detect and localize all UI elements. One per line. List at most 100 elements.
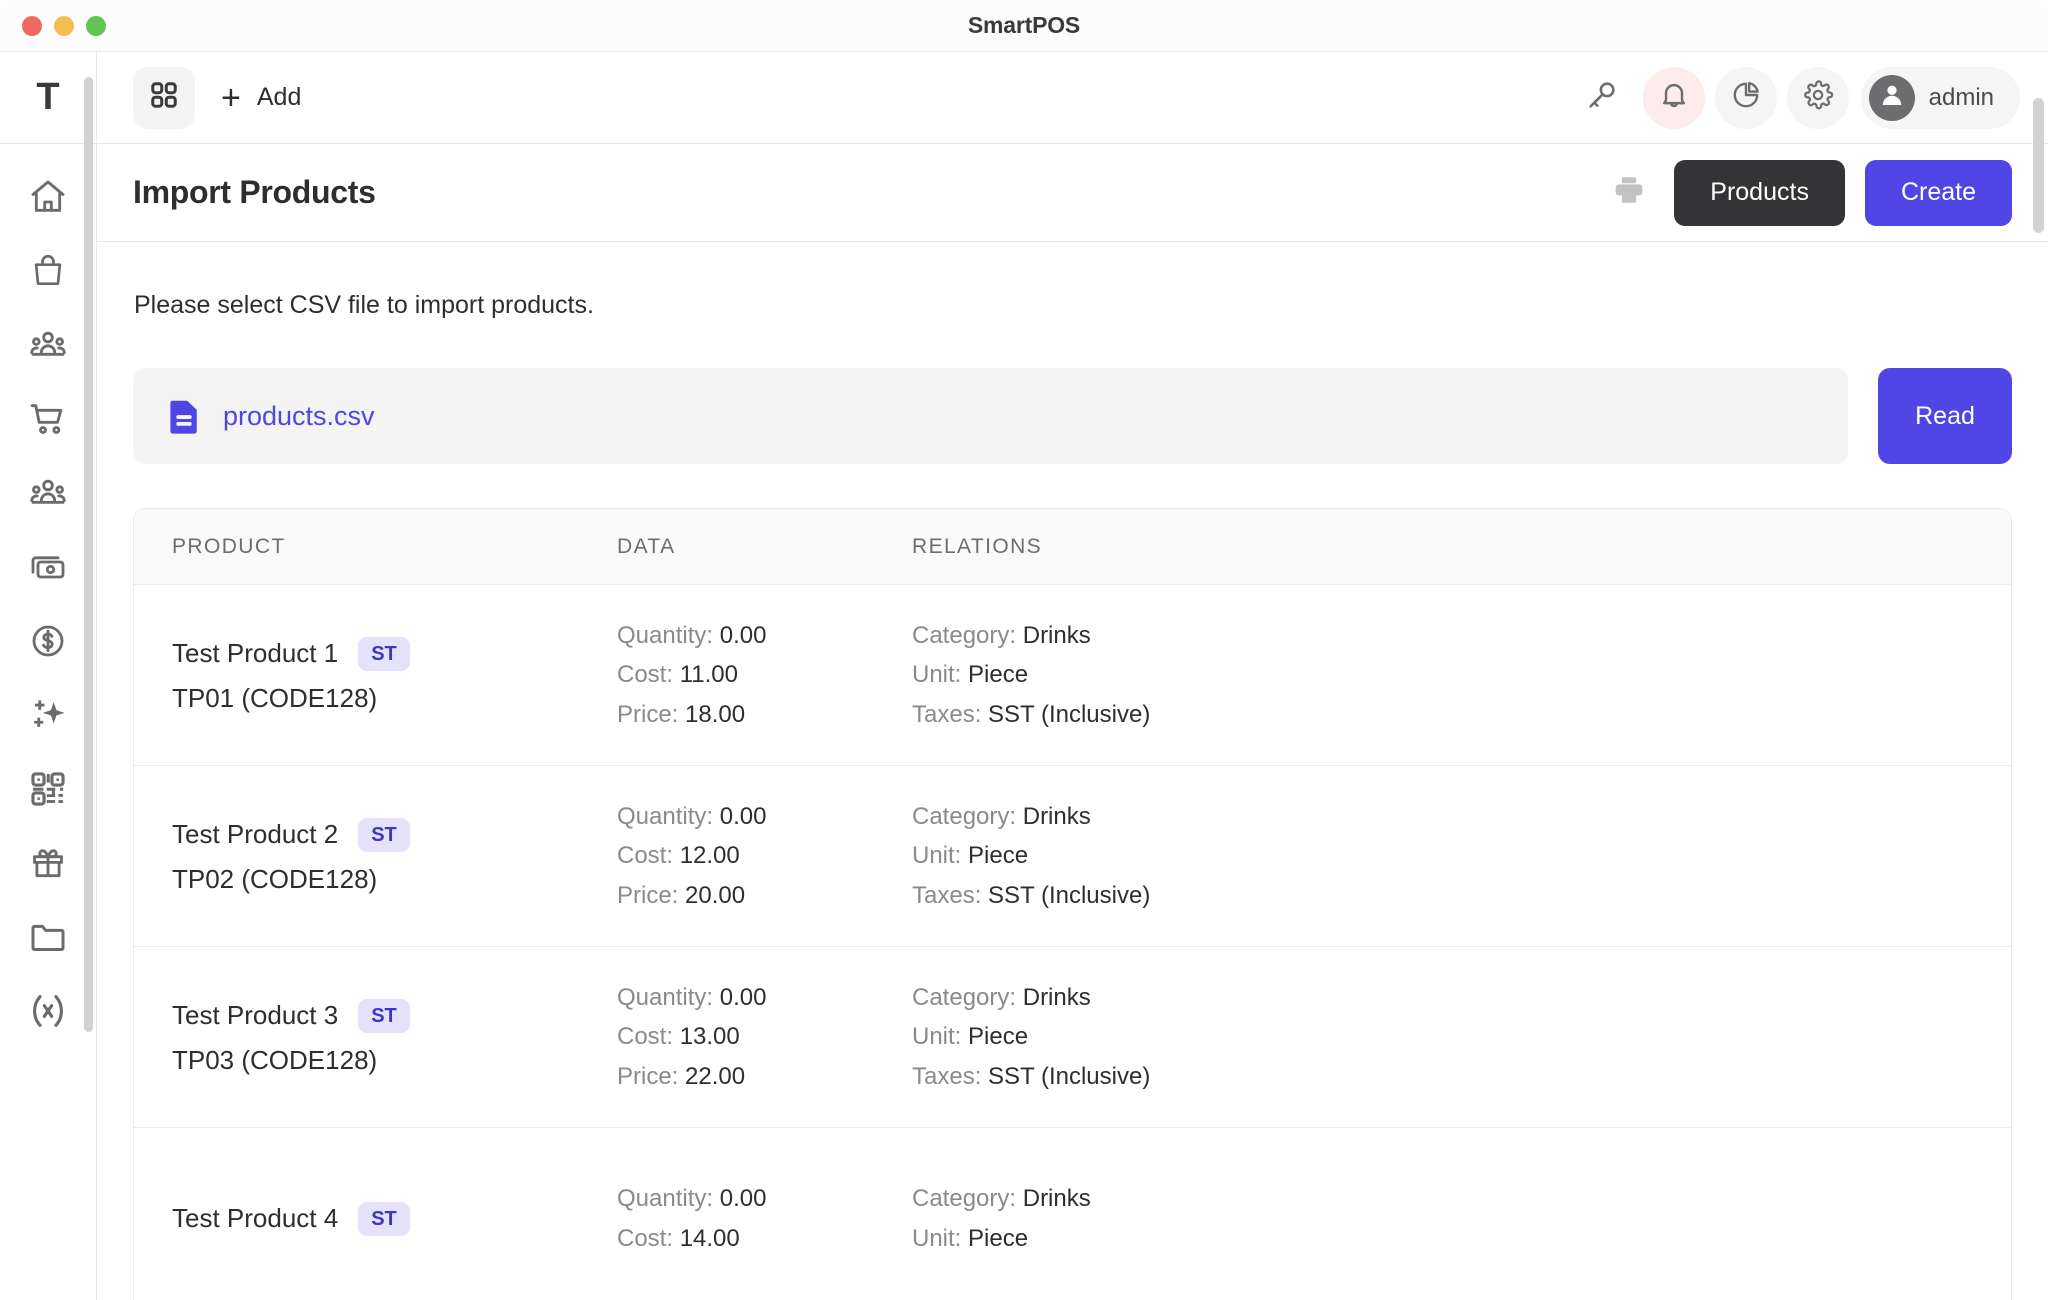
status-badge: ST <box>358 999 410 1033</box>
unit-line: Unit: Piece <box>912 1219 2011 1258</box>
read-button[interactable]: Read <box>1878 368 2012 464</box>
category-value: Drinks <box>1023 622 1091 649</box>
table-row[interactable]: Test Product 3 ST TP03 (CODE128) Quantit… <box>134 947 2011 1128</box>
cost-label: Cost: <box>617 1225 673 1252</box>
cell-product: Test Product 1 ST TP01 (CODE128) <box>134 637 579 714</box>
category-label: Category: <box>912 984 1016 1011</box>
category-label: Category: <box>912 803 1016 830</box>
sidebar-item-cash[interactable] <box>24 546 72 588</box>
column-header-product: PRODUCT <box>134 535 579 559</box>
unit-label: Unit: <box>912 1023 961 1050</box>
printer-icon <box>1612 173 1646 212</box>
quantity-line: Quantity: 0.00 <box>617 978 874 1017</box>
page-title: Import Products <box>133 174 376 211</box>
taxes-value: SST (Inclusive) <box>988 882 1150 909</box>
cell-data: Quantity: 0.00 Cost: 14.00 <box>579 1179 874 1257</box>
avatar <box>1869 75 1915 121</box>
apps-grid-button[interactable] <box>133 67 195 129</box>
grid-apps-icon <box>149 80 179 115</box>
price-line: Price: 22.00 <box>617 1057 874 1096</box>
app-window: SmartPOS T <box>0 0 2048 1300</box>
add-button[interactable]: + Add <box>221 81 301 115</box>
sidebar-item-products[interactable] <box>24 250 72 292</box>
unit-line: Unit: Piece <box>912 836 2011 875</box>
sidebar-item-barcode[interactable] <box>24 768 72 810</box>
cost-label: Cost: <box>617 1023 673 1050</box>
cell-product: Test Product 3 ST TP03 (CODE128) <box>134 999 579 1076</box>
app-title: SmartPOS <box>0 12 2048 39</box>
cell-product: Test Product 2 ST TP02 (CODE128) <box>134 818 579 895</box>
brand-logo[interactable]: T <box>0 52 96 144</box>
add-button-label: Add <box>257 83 301 112</box>
product-code: TP03 (CODE128) <box>172 1045 579 1076</box>
taxes-value: SST (Inclusive) <box>988 1063 1150 1090</box>
table-header-row: PRODUCT DATA RELATIONS <box>134 509 2011 585</box>
shopping-cart-icon <box>28 399 68 439</box>
price-value: 18.00 <box>685 701 745 728</box>
quantity-value: 0.00 <box>720 803 767 830</box>
cost-label: Cost: <box>617 661 673 688</box>
window-body: T <box>0 52 2048 1300</box>
price-line: Price: 18.00 <box>617 695 874 734</box>
user-name-label: admin <box>1929 84 1994 112</box>
api-key-button[interactable] <box>1571 67 1633 129</box>
unit-value: Piece <box>968 1225 1028 1252</box>
sidebar-item-files[interactable] <box>24 916 72 958</box>
user-menu-button[interactable]: admin <box>1861 67 2020 129</box>
price-label: Price: <box>617 1063 678 1090</box>
cell-product: Test Product 4 ST <box>134 1202 579 1236</box>
sidebar-scrollbar[interactable] <box>84 77 93 1032</box>
sidebar-item-variables[interactable] <box>24 990 72 1032</box>
products-button[interactable]: Products <box>1674 160 1845 226</box>
page-header-actions: Products Create <box>1612 160 2012 226</box>
print-button[interactable] <box>1612 173 1646 212</box>
sidebar-item-ai[interactable] <box>24 694 72 736</box>
sidebar-item-customers[interactable] <box>24 324 72 366</box>
table-row[interactable]: Test Product 2 ST TP02 (CODE128) Quantit… <box>134 766 2011 947</box>
selected-file-box[interactable]: products.csv <box>133 368 1848 464</box>
unit-line: Unit: Piece <box>912 1017 2011 1056</box>
taxes-label: Taxes: <box>912 701 981 728</box>
product-name-row: Test Product 3 ST <box>172 999 579 1033</box>
create-button[interactable]: Create <box>1865 160 2012 226</box>
settings-button[interactable] <box>1787 67 1849 129</box>
quantity-value: 0.00 <box>720 984 767 1011</box>
reports-button[interactable] <box>1715 67 1777 129</box>
taxes-line: Taxes: SST (Inclusive) <box>912 876 2011 915</box>
quantity-label: Quantity: <box>617 1185 713 1212</box>
cell-relations: Category: Drinks Unit: Piece Taxes: SST … <box>874 616 2011 733</box>
home-icon <box>28 177 68 217</box>
price-line: Price: 20.00 <box>617 876 874 915</box>
unit-label: Unit: <box>912 842 961 869</box>
category-label: Category: <box>912 1185 1016 1212</box>
sidebar-item-expenses[interactable] <box>24 620 72 662</box>
sparkles-icon <box>28 695 68 735</box>
notifications-button[interactable] <box>1643 67 1705 129</box>
main-scrollbar[interactable] <box>2033 98 2044 233</box>
sidebar-item-home[interactable] <box>24 176 72 218</box>
gift-icon <box>29 844 67 882</box>
sidebar: T <box>0 52 97 1300</box>
toolbar-actions: admin <box>1571 67 2020 129</box>
product-name-row: Test Product 1 ST <box>172 637 579 671</box>
sidebar-item-loyalty[interactable] <box>24 842 72 884</box>
table-row[interactable]: Test Product 4 ST Quantity: 0.00 Cost: 1… <box>134 1128 2011 1300</box>
category-value: Drinks <box>1023 984 1091 1011</box>
sidebar-item-orders[interactable] <box>24 398 72 440</box>
product-name-row: Test Product 4 ST <box>172 1202 579 1236</box>
product-name: Test Product 3 <box>172 1000 338 1031</box>
table-row[interactable]: Test Product 1 ST TP01 (CODE128) Quantit… <box>134 585 2011 766</box>
unit-line: Unit: Piece <box>912 655 2011 694</box>
cell-data: Quantity: 0.00 Cost: 11.00 Price: 18.00 <box>579 616 874 733</box>
dollar-coin-icon <box>28 621 68 661</box>
money-bills-icon <box>28 547 68 587</box>
cost-line: Cost: 13.00 <box>617 1017 874 1056</box>
sidebar-item-suppliers[interactable] <box>24 472 72 514</box>
quantity-label: Quantity: <box>617 803 713 830</box>
quantity-line: Quantity: 0.00 <box>617 797 874 836</box>
product-name: Test Product 1 <box>172 638 338 669</box>
pie-chart-icon <box>1730 79 1762 116</box>
price-label: Price: <box>617 701 678 728</box>
cell-data: Quantity: 0.00 Cost: 12.00 Price: 20.00 <box>579 797 874 914</box>
quantity-line: Quantity: 0.00 <box>617 616 874 655</box>
